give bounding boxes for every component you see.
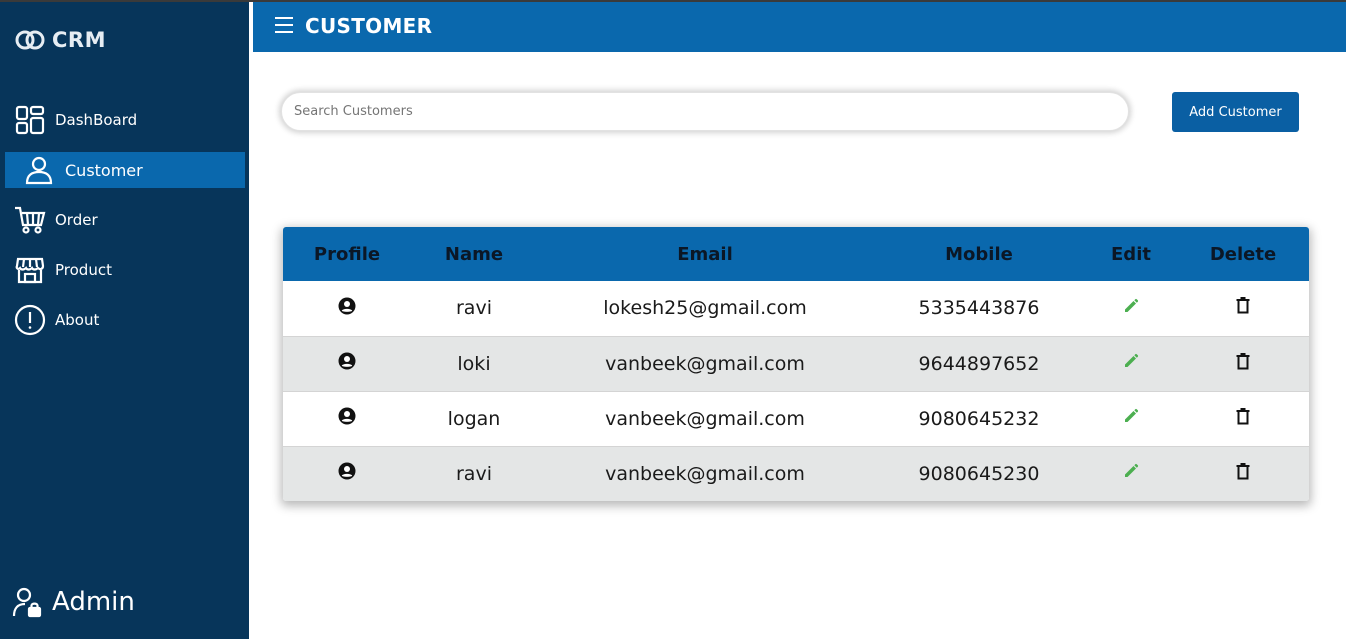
trash-icon[interactable] [1233,461,1253,481]
sidebar-item-label: DashBoard [55,111,138,129]
email-cell: lokesh25@gmail.com [603,297,807,320]
sidebar-divider [249,2,253,639]
sidebar-item-customer[interactable]: Customer [5,152,245,188]
admin-label: Admin [52,587,135,617]
sidebar-item-order[interactable]: Order [5,202,245,238]
account-circle-icon [337,296,357,316]
column-header-edit: Edit [1111,243,1151,265]
mobile-cell: 9644897652 [873,335,1085,391]
add-customer-button[interactable]: Add Customer [1172,92,1299,132]
name-cell: loki [411,335,537,391]
email-cell: vanbeek@gmail.com [537,390,873,446]
column-header-name: Name [444,243,504,265]
sidebar-item-product[interactable]: Product [5,252,245,288]
column-header-profile: Profile [313,243,381,265]
name-cell: ravi [456,297,492,320]
brand-logo[interactable]: CRM [14,28,106,52]
trash-icon[interactable] [1233,406,1253,426]
mobile-cell: 5335443876 [918,297,1040,320]
trash-icon[interactable] [1233,351,1253,371]
dashboard-icon [14,105,46,135]
column-header-email: Email [677,243,733,265]
table-row: ravi lokesh25@gmail.com 5335443876 [283,281,1309,336]
pencil-icon[interactable] [1121,406,1141,426]
profile-cell [283,390,411,446]
name-cell: logan [411,390,537,446]
sidebar-item-label: Order [55,211,98,229]
account-circle-icon [337,461,357,481]
customer-table: Profile Name Email Mobile Edit Delete ra… [283,227,1309,501]
sidebar-item-label: Customer [65,160,143,180]
mobile-cell: 9080645232 [873,390,1085,446]
delete-cell [1177,390,1309,446]
delete-cell [1177,335,1309,391]
table-row: loki vanbeek@gmail.com 9644897652 [283,335,1309,391]
edit-cell [1085,335,1177,391]
store-icon [14,255,46,285]
sidebar-nav: DashBoard Customer Order Product About [5,102,245,352]
table-row: ravi vanbeek@gmail.com 9080645230 [283,445,1309,501]
search-bar [281,92,1129,131]
name-cell: ravi [411,445,537,501]
admin-lock-icon [12,587,42,618]
edit-cell [1085,281,1177,336]
top-header: CUSTOMER [253,2,1346,52]
user-icon [23,155,55,185]
info-icon [14,304,46,336]
table-header-row: Profile Name Email Mobile Edit Delete [283,227,1309,281]
sidebar-item-label: Product [55,261,112,279]
crm-logo-icon [15,30,45,50]
column-header-mobile: Mobile [945,243,1013,265]
pencil-icon[interactable] [1121,351,1141,371]
sidebar-item-dashboard[interactable]: DashBoard [5,102,245,138]
admin-profile[interactable]: Admin [12,586,135,618]
sidebar: CRM DashBoard Customer Order Product Abo… [0,2,249,639]
column-header-delete: Delete [1209,243,1277,265]
profile-cell [283,445,411,501]
delete-cell [1177,445,1309,501]
edit-cell [1085,445,1177,501]
profile-cell [283,335,411,391]
hamburger-icon[interactable] [275,17,293,35]
delete-cell [1177,281,1309,336]
pencil-icon[interactable] [1121,461,1141,481]
trash-icon[interactable] [1233,296,1253,316]
email-cell: vanbeek@gmail.com [537,445,873,501]
cart-icon [14,205,46,235]
email-cell: vanbeek@gmail.com [537,335,873,391]
search-input[interactable] [282,93,1128,130]
mobile-cell: 9080645230 [873,445,1085,501]
sidebar-item-about[interactable]: About [5,302,245,338]
page-title: CUSTOMER [305,14,433,38]
brand-name: CRM [52,28,106,52]
table-row: logan vanbeek@gmail.com 9080645232 [283,390,1309,446]
sidebar-item-label: About [55,311,100,329]
pencil-icon[interactable] [1121,296,1141,316]
profile-cell [283,281,411,336]
edit-cell [1085,390,1177,446]
account-circle-icon [337,406,357,426]
account-circle-icon [337,351,357,371]
